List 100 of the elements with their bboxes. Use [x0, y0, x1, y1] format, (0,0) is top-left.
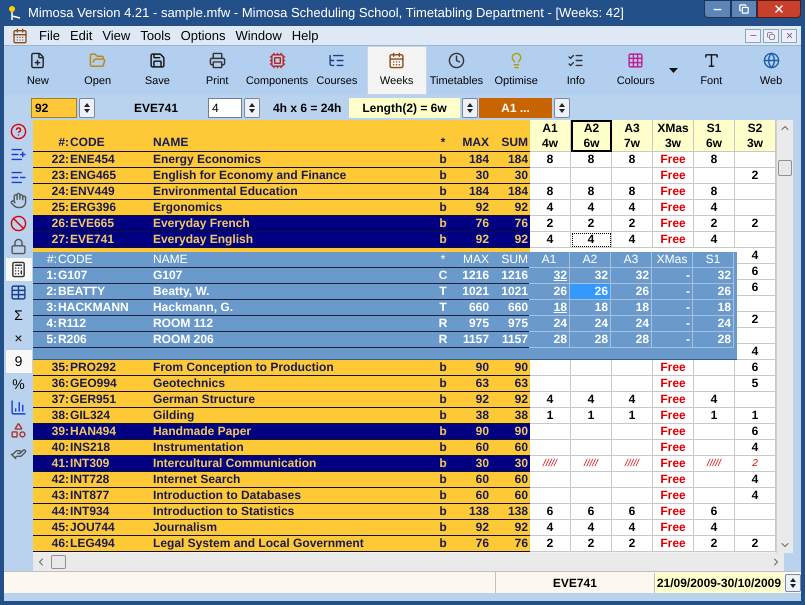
- sidebar-tool[interactable]: ×: [14, 328, 23, 349]
- toolbar-button[interactable]: Open: [68, 46, 128, 95]
- menu-item[interactable]: Help: [286, 26, 324, 46]
- week-cell[interactable]: /////: [612, 456, 653, 472]
- week-cell[interactable]: 2: [571, 216, 612, 232]
- week-cell[interactable]: Free: [653, 488, 694, 504]
- week-cell[interactable]: 1: [571, 408, 612, 424]
- toolbar-button[interactable]: Web: [741, 46, 801, 95]
- week-cell[interactable]: Free: [653, 424, 694, 440]
- week-cell[interactable]: 8: [571, 184, 612, 200]
- week-cell[interactable]: Free: [653, 376, 694, 392]
- week-cell[interactable]: 2: [612, 536, 653, 552]
- week-cell[interactable]: 4: [735, 472, 776, 488]
- week-cell[interactable]: 4: [735, 440, 776, 456]
- menu-item[interactable]: View: [97, 26, 136, 46]
- week-cell[interactable]: Free: [653, 360, 694, 376]
- week-cell[interactable]: Free: [653, 408, 694, 424]
- week-cell[interactable]: Free: [653, 520, 694, 536]
- week-cell[interactable]: 8: [530, 184, 571, 200]
- week-cell[interactable]: 8: [530, 152, 571, 168]
- week-cell[interactable]: Free: [653, 168, 694, 184]
- course-row[interactable]: 39:HAN494 Handmade Paper b 90 90: [33, 424, 530, 440]
- week-cell[interactable]: 2: [694, 536, 735, 552]
- sidebar-tool[interactable]: %: [12, 374, 25, 395]
- week-cell[interactable]: 4: [530, 520, 571, 536]
- week-cell[interactable]: 4: [694, 232, 735, 248]
- week-cell[interactable]: 8: [694, 184, 735, 200]
- week-cell[interactable]: /////: [571, 456, 612, 472]
- week-cell[interactable]: 6: [694, 504, 735, 520]
- menu-item[interactable]: File: [34, 26, 65, 46]
- week-cell[interactable]: 6: [612, 504, 653, 520]
- week-cell[interactable]: 6: [735, 280, 776, 296]
- course-row[interactable]: 26:EVE665 Everyday French b 76 76: [33, 216, 530, 232]
- week-cell[interactable]: 5: [735, 376, 776, 392]
- course-row[interactable]: 40:INS218 Instrumentation b 60 60: [33, 440, 530, 456]
- week-cell[interactable]: Free: [653, 216, 694, 232]
- week-cell[interactable]: Free: [653, 440, 694, 456]
- week-cell[interactable]: Free: [653, 152, 694, 168]
- course-row[interactable]: 27:EVE741 Everyday English b 92 92: [33, 232, 530, 248]
- week-cell[interactable]: 2: [571, 536, 612, 552]
- course-row[interactable]: 46:LEG494 Legal System and Local Government b 76 76: [33, 536, 530, 552]
- course-row[interactable]: 45:JOU744 Journalism b 92 92: [33, 520, 530, 536]
- week-cell[interactable]: 2: [735, 312, 776, 328]
- week-cell[interactable]: 4: [571, 232, 612, 248]
- toolbar-button[interactable]: Font: [681, 46, 742, 95]
- course-row[interactable]: 42:INT728 Internet Search b 60 60: [33, 472, 530, 488]
- sidebar-tool[interactable]: Σ: [14, 305, 23, 326]
- toolbar-button[interactable]: Timetables: [426, 46, 486, 95]
- toolbar-button[interactable]: Courses: [307, 46, 367, 95]
- week-cell[interactable]: 4: [571, 392, 612, 408]
- week-cell[interactable]: 6: [735, 264, 776, 280]
- week-cell[interactable]: Free: [653, 456, 694, 472]
- week-cell[interactable]: Free: [653, 232, 694, 248]
- week-cell[interactable]: 1: [612, 408, 653, 424]
- length-field[interactable]: Length(2) = 6w: [349, 98, 460, 118]
- week-header[interactable]: A1 4w: [530, 120, 571, 152]
- course-row[interactable]: 36:GEO994 Geotechnics b 63 63: [33, 376, 530, 392]
- week-field[interactable]: A1 ...: [479, 98, 552, 118]
- week-header[interactable]: A2 6w: [571, 120, 612, 152]
- toolbar-button[interactable]: Colours: [606, 46, 666, 95]
- course-row[interactable]: 43:INT877 Introduction to Databases b 60 60: [33, 488, 530, 504]
- week-cell[interactable]: 6: [735, 360, 776, 376]
- week-header[interactable]: S2 3w: [735, 120, 776, 152]
- course-row[interactable]: 35:PRO292 From Conception to Production b 90 90: [33, 360, 530, 376]
- toolbar-button[interactable]: Print: [187, 46, 247, 95]
- course-row[interactable]: 22:ENE454 Energy Economics b 184 184: [33, 152, 530, 168]
- week-cell[interactable]: 2: [612, 216, 653, 232]
- course-row[interactable]: 23:ENG465 English for Economy and Finance b 30 30: [33, 168, 530, 184]
- week-cell[interactable]: 2: [735, 216, 776, 232]
- week-header[interactable]: A3 7w: [612, 120, 653, 152]
- week-header[interactable]: S1 6w: [694, 120, 735, 152]
- menu-item[interactable]: Edit: [64, 26, 98, 46]
- week-cell[interactable]: 4: [612, 232, 653, 248]
- week-cell[interactable]: 8: [571, 152, 612, 168]
- course-row[interactable]: 41:INT309 Intercultural Communication b 30 30: [33, 456, 530, 472]
- week-cell[interactable]: 4: [694, 200, 735, 216]
- number-field[interactable]: 92: [31, 98, 77, 118]
- week-cell[interactable]: 4: [612, 200, 653, 216]
- toolbar-button[interactable]: Save: [128, 46, 188, 95]
- week-cell[interactable]: 2: [735, 536, 776, 552]
- week-cell[interactable]: /////: [694, 456, 735, 472]
- week-header[interactable]: XMas 3w: [653, 120, 694, 152]
- course-row[interactable]: 25:ERG396 Ergonomics b 92 92: [33, 200, 530, 216]
- week-cell[interactable]: 4: [612, 520, 653, 536]
- week-cell[interactable]: 2: [530, 536, 571, 552]
- week-cell[interactable]: 4: [571, 200, 612, 216]
- week-cell[interactable]: 4: [571, 520, 612, 536]
- week-cell[interactable]: 8: [612, 184, 653, 200]
- toolbar-button[interactable]: Optimise: [486, 46, 546, 95]
- week-cell[interactable]: 6: [530, 504, 571, 520]
- week-cell[interactable]: 4: [694, 392, 735, 408]
- week-cell[interactable]: Free: [653, 200, 694, 216]
- week-cell[interactable]: /////: [530, 456, 571, 472]
- week-cell[interactable]: 6: [735, 424, 776, 440]
- week-cell[interactable]: 4: [735, 344, 776, 360]
- week-cell[interactable]: 2: [530, 216, 571, 232]
- course-row[interactable]: 24:ENV449 Environmental Education b 184 184: [33, 184, 530, 200]
- week-cell[interactable]: 1: [694, 408, 735, 424]
- week-cell[interactable]: 2: [694, 216, 735, 232]
- date-range-field[interactable]: 21/09/2009-30/10/2009: [654, 572, 783, 592]
